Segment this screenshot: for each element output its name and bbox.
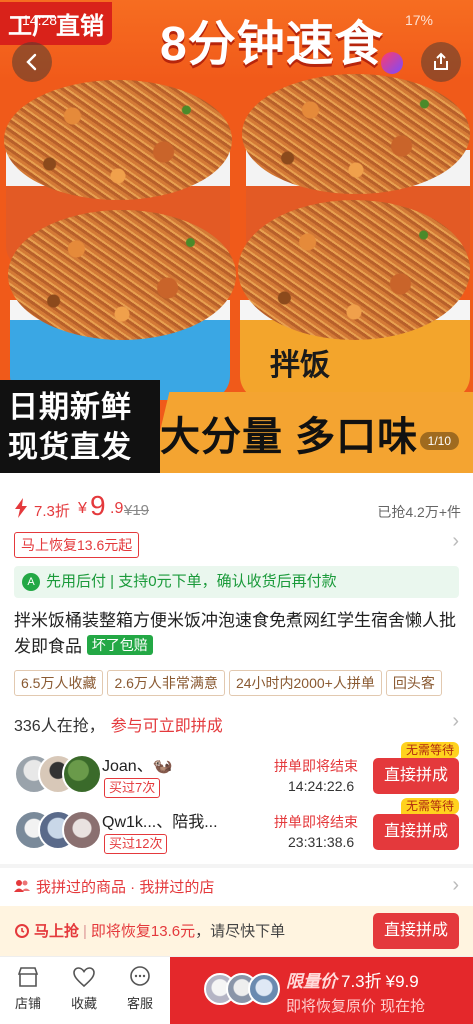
avatar <box>248 973 280 1005</box>
image-counter: 1/10 <box>419 432 459 450</box>
grab-highlight: 即将恢复13.6元 <box>90 923 196 940</box>
avatar <box>62 810 102 850</box>
pay-later-icon: A <box>22 573 40 591</box>
promo-left-line2: 现货直发 <box>8 431 132 464</box>
grab-text: 马上抢 | 即将恢复13.6元，请尽快下单 <box>14 920 285 941</box>
bottom-action-bar: 店铺 收藏 客服 限量价 7.3折 ¥9.9 即将恢复原价 现在抢 <box>0 956 473 1024</box>
original-price: ¥19 <box>124 502 150 519</box>
group-item: Qw1k...、陪我... 买过12次 拼单即将结束 23:31:38.6 直接… <box>14 798 459 862</box>
my-groups-link[interactable]: 我拼过的商品 · 我拼过的店 <box>14 876 214 897</box>
my-groups-text: 我拼过的商品 · 我拼过的店 <box>36 879 215 896</box>
product-title-text: 拌米饭桶装整箱方便米饭冲泡速食免煮网红学生宿舍懒人批发即食品 <box>14 611 456 656</box>
group-header[interactable]: 336人在抢， 参与可立即拼成 <box>14 712 223 736</box>
noodle-image <box>8 210 236 340</box>
back-button[interactable] <box>12 42 52 82</box>
product-title: 拌米饭桶装整箱方便米饭冲泡速食免煮网红学生宿舍懒人批发即食品 坏了包赔 <box>14 608 459 660</box>
price-currency: ¥ <box>78 500 87 517</box>
alarm-clock-icon <box>15 924 29 938</box>
price-value: 9 <box>90 490 106 521</box>
guarantee-tag[interactable]: 坏了包赔 <box>86 635 153 655</box>
status-battery: 17% <box>404 12 433 28</box>
join-group-button[interactable]: 直接拼成 <box>373 758 459 794</box>
buy-now-button[interactable]: 限量价 7.3折 ¥9.9 即将恢复原价 现在抢 <box>170 957 473 1024</box>
bought-times: 买过7次 <box>104 778 161 798</box>
no-wait-badge: 无需等待 <box>400 742 459 758</box>
section-divider <box>0 864 473 868</box>
cup-label: 拌饭 <box>270 349 330 382</box>
favorite-label: 收藏 <box>70 996 97 1011</box>
price-row: 7.3折 ¥ 9 .9 ¥19 已抢4.2万+件 <box>0 490 473 526</box>
back-arrow-icon <box>26 53 37 71</box>
lightning-icon <box>15 498 27 518</box>
chip-group-orders: 24小时内2000+人拼单 <box>228 670 382 696</box>
promo-left: 日期新鲜 现货直发 <box>0 380 160 473</box>
group-ending-label: 拼单即将结束 <box>274 814 358 830</box>
group-countdown: 14:24:22.6 <box>288 778 355 794</box>
noodle-image <box>242 74 470 194</box>
share-button[interactable] <box>421 42 461 82</box>
sold-count: 已抢4.2万+件 <box>377 504 461 520</box>
chevron-right-icon[interactable]: › <box>452 530 459 553</box>
chip-favorites: 6.5万人收藏 <box>14 670 104 696</box>
stats-chips: 6.5万人收藏 2.6万人非常满意 24小时内2000+人拼单 回头客 <box>14 670 473 696</box>
grab-rest: ，请尽快下单 <box>195 923 286 940</box>
avatar-stack <box>14 810 104 854</box>
pay-later-banner[interactable]: A 先用后付 | 支持0元下单，确认收货后再付款 <box>14 566 459 598</box>
chevron-right-icon[interactable]: › <box>452 874 459 897</box>
avatar-stack <box>14 754 104 798</box>
grab-label: 马上抢 <box>34 923 80 940</box>
coupon-tag[interactable]: 马上恢复13.6元起 <box>14 532 140 558</box>
service-button[interactable]: 客服 <box>114 963 166 1012</box>
buy-discount: 7.3折 <box>341 972 382 991</box>
favorite-button[interactable]: 收藏 <box>58 963 110 1012</box>
status-time: 14:28 <box>22 12 58 28</box>
chip-repeat: 回头客 <box>385 670 442 696</box>
group-member-names: Qw1k...、陪我... <box>102 814 218 831</box>
grab-separator: | <box>83 923 87 940</box>
promo-right-text: 大分量 多口味 <box>160 415 419 459</box>
group-join-text: 参与可立即拼成 <box>110 718 223 735</box>
store-icon <box>17 967 39 987</box>
promo-left-line1: 日期新鲜 <box>8 391 132 424</box>
product-image-carousel[interactable]: 工厂直销 14:28 17% 8分钟速食 拌饭 日期新鲜 现货直发 大分量 多口… <box>0 0 473 473</box>
no-wait-badge: 无需等待 <box>400 798 459 814</box>
noodle-image <box>238 200 470 340</box>
share-icon <box>434 52 448 70</box>
price-decimal: .9 <box>110 500 124 517</box>
chevron-right-icon[interactable]: › <box>452 710 459 733</box>
discount-label: 7.3折 <box>34 503 70 520</box>
store-label: 店铺 <box>14 996 41 1011</box>
group-ending-label: 拼单即将结束 <box>274 758 358 774</box>
buy-price: ¥9.9 <box>385 972 419 991</box>
group-member-names: Joan、🦦 <box>102 758 173 775</box>
chat-icon <box>130 966 150 986</box>
pay-later-text: 先用后付 | 支持0元下单，确认收货后再付款 <box>46 573 337 590</box>
bought-times: 买过12次 <box>104 834 168 854</box>
noodle-image <box>4 80 232 200</box>
group-count: 336人在抢， <box>14 718 105 735</box>
people-icon <box>14 880 30 892</box>
heart-icon <box>73 967 95 988</box>
join-group-button[interactable]: 直接拼成 <box>373 814 459 850</box>
group-countdown: 23:31:38.6 <box>288 834 355 850</box>
chip-satisfied: 2.6万人非常满意 <box>107 670 225 696</box>
group-item: Joan、🦦 买过7次 拼单即将结束 14:24:22.6 直接拼成 无需等待 <box>14 742 459 806</box>
limited-price-label: 限量价 <box>286 972 337 991</box>
avatar <box>62 754 102 794</box>
hero-headline: 8分钟速食 <box>160 18 384 71</box>
store-button[interactable]: 店铺 <box>2 963 54 1012</box>
grab-join-button[interactable]: 直接拼成 <box>373 913 459 949</box>
floating-logo-icon[interactable] <box>381 52 403 74</box>
buy-subtext: 即将恢复原价 现在抢 <box>286 998 426 1015</box>
service-label: 客服 <box>126 996 153 1011</box>
buyer-avatar-stack <box>204 973 282 1009</box>
buy-price-line: 限量价 7.3折 ¥9.9 <box>286 967 419 992</box>
grab-now-bar: 马上抢 | 即将恢复13.6元，请尽快下单 直接拼成 <box>0 906 473 956</box>
